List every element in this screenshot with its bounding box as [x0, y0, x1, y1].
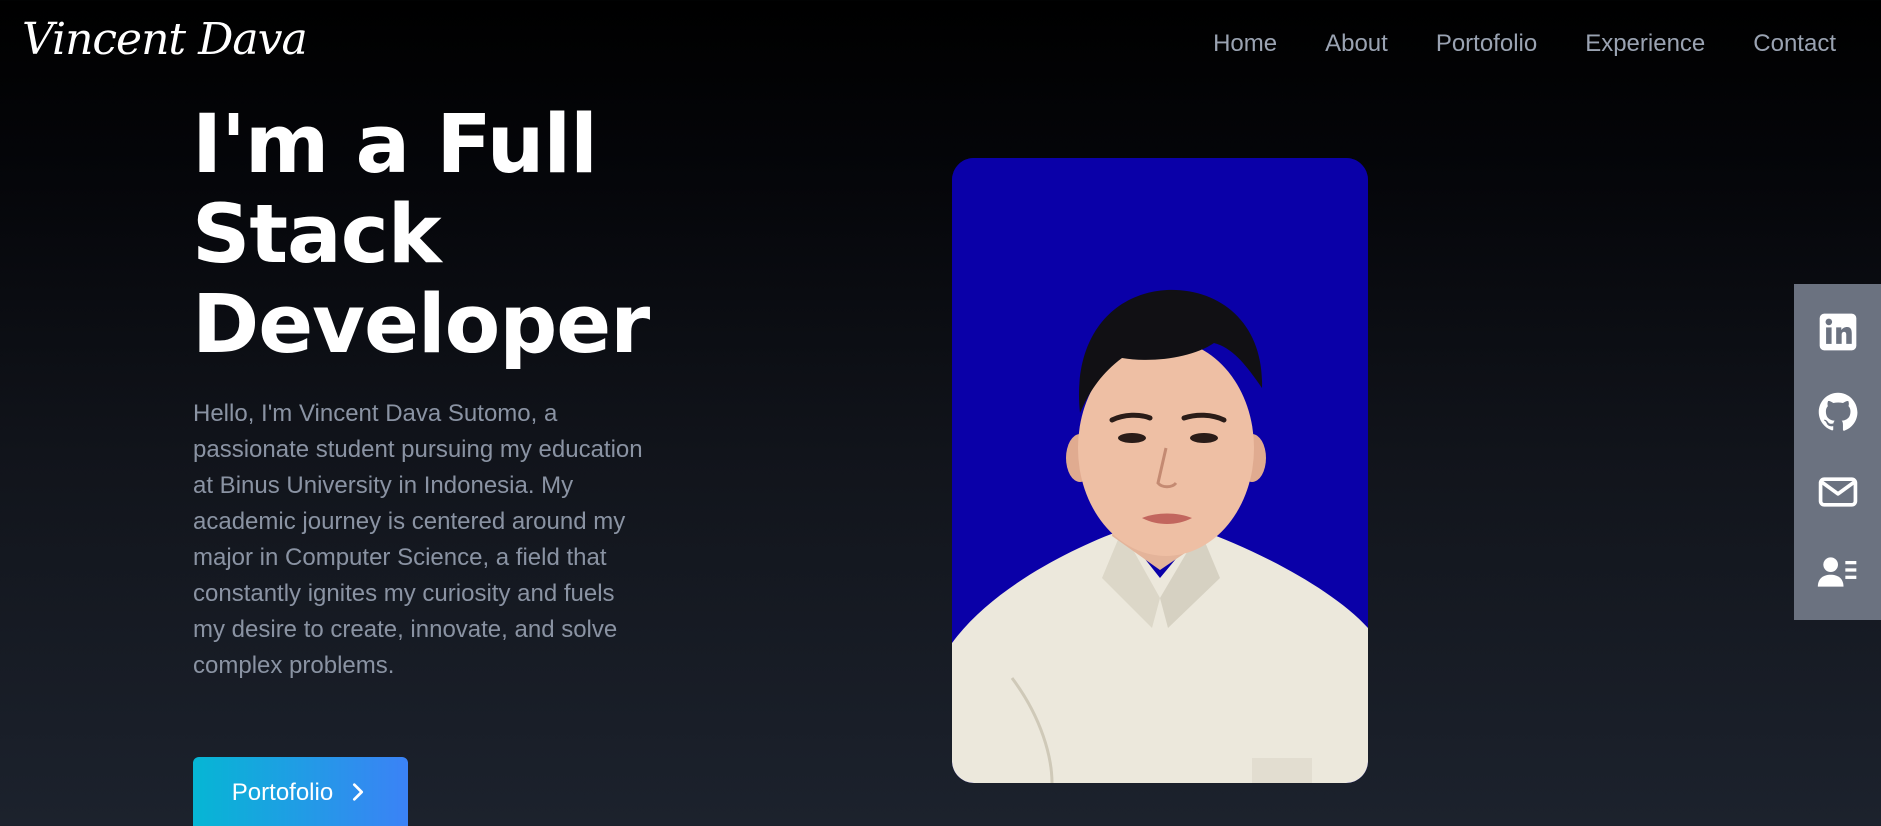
hero-description: Hello, I'm Vincent Dava Sutomo, a passio… [193, 400, 643, 679]
navbar: Vincent Dava Home About Portofolio Exper… [0, 0, 1881, 96]
linkedin-link[interactable] [1808, 302, 1868, 362]
linkedin-icon [1819, 313, 1856, 351]
portofolio-button-label: Portofolio [231, 779, 334, 806]
hero-title: I'm a Full Stack Developer [192, 98, 650, 372]
resume-icon [1817, 557, 1856, 587]
nav-link-experience[interactable]: Experience [1585, 30, 1705, 58]
chevron-right-icon [347, 781, 369, 803]
profile-photo [952, 158, 1368, 783]
nav-link-about[interactable]: About [1325, 30, 1388, 58]
email-link[interactable] [1808, 462, 1868, 522]
nav-link-contact[interactable]: Contact [1753, 30, 1836, 58]
mail-icon [1818, 477, 1857, 507]
social-sidebar [1794, 284, 1881, 620]
nav-links: Home About Portofolio Experience Contact [1213, 30, 1836, 58]
github-icon [1818, 392, 1857, 431]
resume-link[interactable] [1808, 542, 1868, 602]
nav-link-home[interactable]: Home [1213, 30, 1277, 58]
github-link[interactable] [1808, 382, 1868, 442]
nav-link-portofolio[interactable]: Portofolio [1436, 30, 1537, 58]
portofolio-button[interactable]: Portofolio [193, 757, 408, 826]
site-logo[interactable]: Vincent Dava [22, 14, 308, 65]
